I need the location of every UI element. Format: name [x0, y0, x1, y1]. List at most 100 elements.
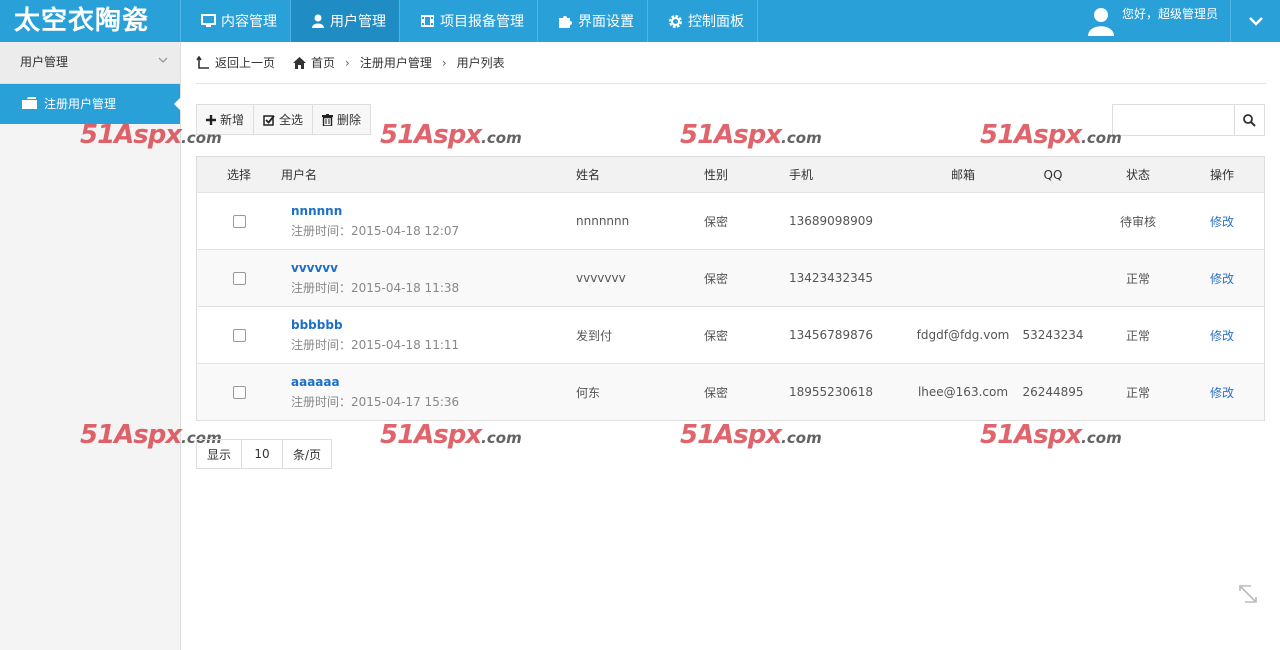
user-menu[interactable]: 您好，超级管理员: [1080, 0, 1230, 42]
username-link[interactable]: aaaaaa: [291, 375, 459, 389]
nav-label: 用户管理: [330, 14, 386, 30]
sidebar-item-label: 注册用户管理: [44, 97, 117, 111]
username-link[interactable]: bbbbbb: [291, 318, 459, 332]
phone-cell: 13689098909: [789, 214, 873, 228]
name-cell: nnnnnnn: [576, 214, 630, 228]
chevron-down-icon: [158, 57, 168, 63]
breadcrumb-home[interactable]: 首页: [293, 54, 335, 71]
register-time: 注册时间：2015-04-18 11:38: [291, 280, 460, 295]
trash-icon: [322, 113, 334, 126]
edit-link[interactable]: 修改: [1210, 384, 1234, 401]
search-button[interactable]: [1234, 104, 1265, 136]
main-nav: 内容管理 用户管理 项目报备管理 界面设置 控制面板: [180, 0, 758, 42]
nav-label: 界面设置: [578, 14, 634, 30]
action-cell: 修改: [1192, 307, 1252, 363]
breadcrumb-user-list: 用户列表: [456, 56, 505, 70]
breadcrumb: 返回上一页 首页 › 注册用户管理 › 用户列表: [196, 42, 1266, 84]
col-action: 操作: [1209, 168, 1234, 182]
name-cell: 发到付: [576, 328, 613, 343]
username-cell: bbbbbb 注册时间：2015-04-18 11:11: [291, 307, 459, 363]
watermark-suffix: .com: [181, 129, 222, 147]
nav-item-control-panel[interactable]: 控制面板: [647, 0, 758, 42]
pager-unit-label: 条/页: [282, 439, 333, 469]
edit-link[interactable]: 修改: [1210, 270, 1234, 287]
top-bar: 太空衣陶瓷 内容管理 用户管理 项目报备管理 界面设置 控制面板 您好，超级管理…: [0, 0, 1280, 42]
action-cell: 修改: [1192, 364, 1252, 420]
phone-cell: 18955230618: [789, 385, 873, 399]
col-username: 用户名: [281, 168, 318, 182]
email-cell: [913, 250, 1013, 306]
col-status: 状态: [1125, 168, 1150, 182]
nav-item-projects[interactable]: 项目报备管理: [399, 0, 537, 42]
watermark-brand: 51Aspx: [980, 420, 1082, 450]
chevron-down-icon: [1248, 17, 1263, 26]
watermark-suffix: .com: [1081, 129, 1122, 147]
puzzle-icon: [559, 15, 572, 28]
username-link[interactable]: nnnnnn: [291, 204, 459, 218]
user-icon: [312, 14, 324, 28]
watermark-logo: 51Aspx.com: [980, 120, 1122, 150]
film-icon: [421, 15, 434, 27]
gender-cell: 保密: [704, 385, 729, 400]
qq-cell: 53243234: [1022, 328, 1084, 342]
watermark-suffix: .com: [1081, 429, 1122, 447]
pager-show-label: 显示: [196, 439, 243, 469]
sidebar-item-registered-users[interactable]: 注册用户管理: [0, 84, 181, 124]
watermark-logo: 51Aspx.com: [680, 120, 822, 150]
email-cell: lhee@163.com: [917, 385, 1009, 399]
sidebar-section-users[interactable]: 用户管理: [0, 42, 180, 84]
username-cell: aaaaaa 注册时间：2015-04-17 15:36: [291, 364, 459, 420]
col-email: 邮箱: [950, 168, 975, 182]
table-row: bbbbbb 注册时间：2015-04-18 11:11 发到付 保密 13456789…: [197, 306, 1264, 363]
user-dropdown-button[interactable]: [1230, 0, 1280, 42]
username-cell: vvvvvv 注册时间：2015-04-18 11:38: [291, 250, 459, 306]
watermark-logo: 51Aspx.com: [80, 120, 222, 150]
nav-item-interface[interactable]: 界面设置: [537, 0, 647, 42]
page-size-input[interactable]: 10: [241, 439, 284, 469]
row-checkbox[interactable]: [232, 271, 246, 285]
gender-cell: 保密: [704, 214, 729, 229]
search-icon: [1243, 113, 1256, 127]
email-cell: [913, 193, 1013, 249]
chevron-right-icon: ›: [345, 55, 350, 70]
nav-item-users[interactable]: 用户管理: [290, 0, 399, 42]
edit-link[interactable]: 修改: [1210, 213, 1234, 230]
search-input[interactable]: [1112, 104, 1234, 136]
select-all-button[interactable]: 全选: [253, 104, 314, 135]
col-select: 选择: [226, 168, 251, 182]
add-label: 新增: [220, 113, 245, 127]
name-cell: vvvvvvv: [576, 271, 626, 285]
edit-link[interactable]: 修改: [1210, 327, 1234, 344]
row-checkbox[interactable]: [232, 214, 246, 228]
delete-button[interactable]: 删除: [312, 104, 372, 135]
chevron-right-icon: ›: [441, 55, 447, 70]
username-link[interactable]: vvvvvv: [291, 261, 459, 275]
status-cell: 正常: [1125, 385, 1150, 400]
resize-handle-icon[interactable]: [1237, 583, 1259, 605]
user-table: 选择 用户名 姓名 性别 手机 邮箱 QQ 状态 操作 nnnnnn 注册时间：2…: [196, 156, 1265, 421]
register-time: 注册时间：2015-04-18 12:07: [291, 223, 460, 238]
nav-label: 项目报备管理: [440, 14, 524, 30]
row-select-cell: [217, 307, 261, 363]
check-square-icon: [263, 114, 275, 126]
col-gender: 性别: [704, 168, 729, 182]
watermark-suffix: .com: [481, 429, 522, 447]
name-cell: 何东: [576, 385, 601, 400]
toolbar: 新增 全选 删除: [196, 104, 372, 135]
phone-cell: 13456789876: [789, 328, 873, 342]
row-select-cell: [217, 250, 261, 306]
row-checkbox[interactable]: [232, 328, 246, 342]
pager: 显示 10 条/页: [196, 439, 333, 469]
status-cell: 正常: [1125, 328, 1150, 343]
status-cell: 待审核: [1119, 214, 1156, 229]
nav-label: 内容管理: [221, 14, 277, 30]
table-row: aaaaaa 注册时间：2015-04-17 15:36 何东 保密 189552306…: [197, 363, 1264, 420]
watermark-brand: 51Aspx: [680, 420, 782, 450]
action-cell: 修改: [1192, 193, 1252, 249]
nav-item-content[interactable]: 内容管理: [180, 0, 290, 42]
gear-icon: [669, 14, 682, 28]
back-link[interactable]: 返回上一页: [196, 54, 275, 71]
table-header: 选择 用户名 姓名 性别 手机 邮箱 QQ 状态 操作: [197, 157, 1264, 192]
row-checkbox[interactable]: [232, 385, 246, 399]
breadcrumb-registered-users[interactable]: 注册用户管理: [360, 54, 432, 71]
